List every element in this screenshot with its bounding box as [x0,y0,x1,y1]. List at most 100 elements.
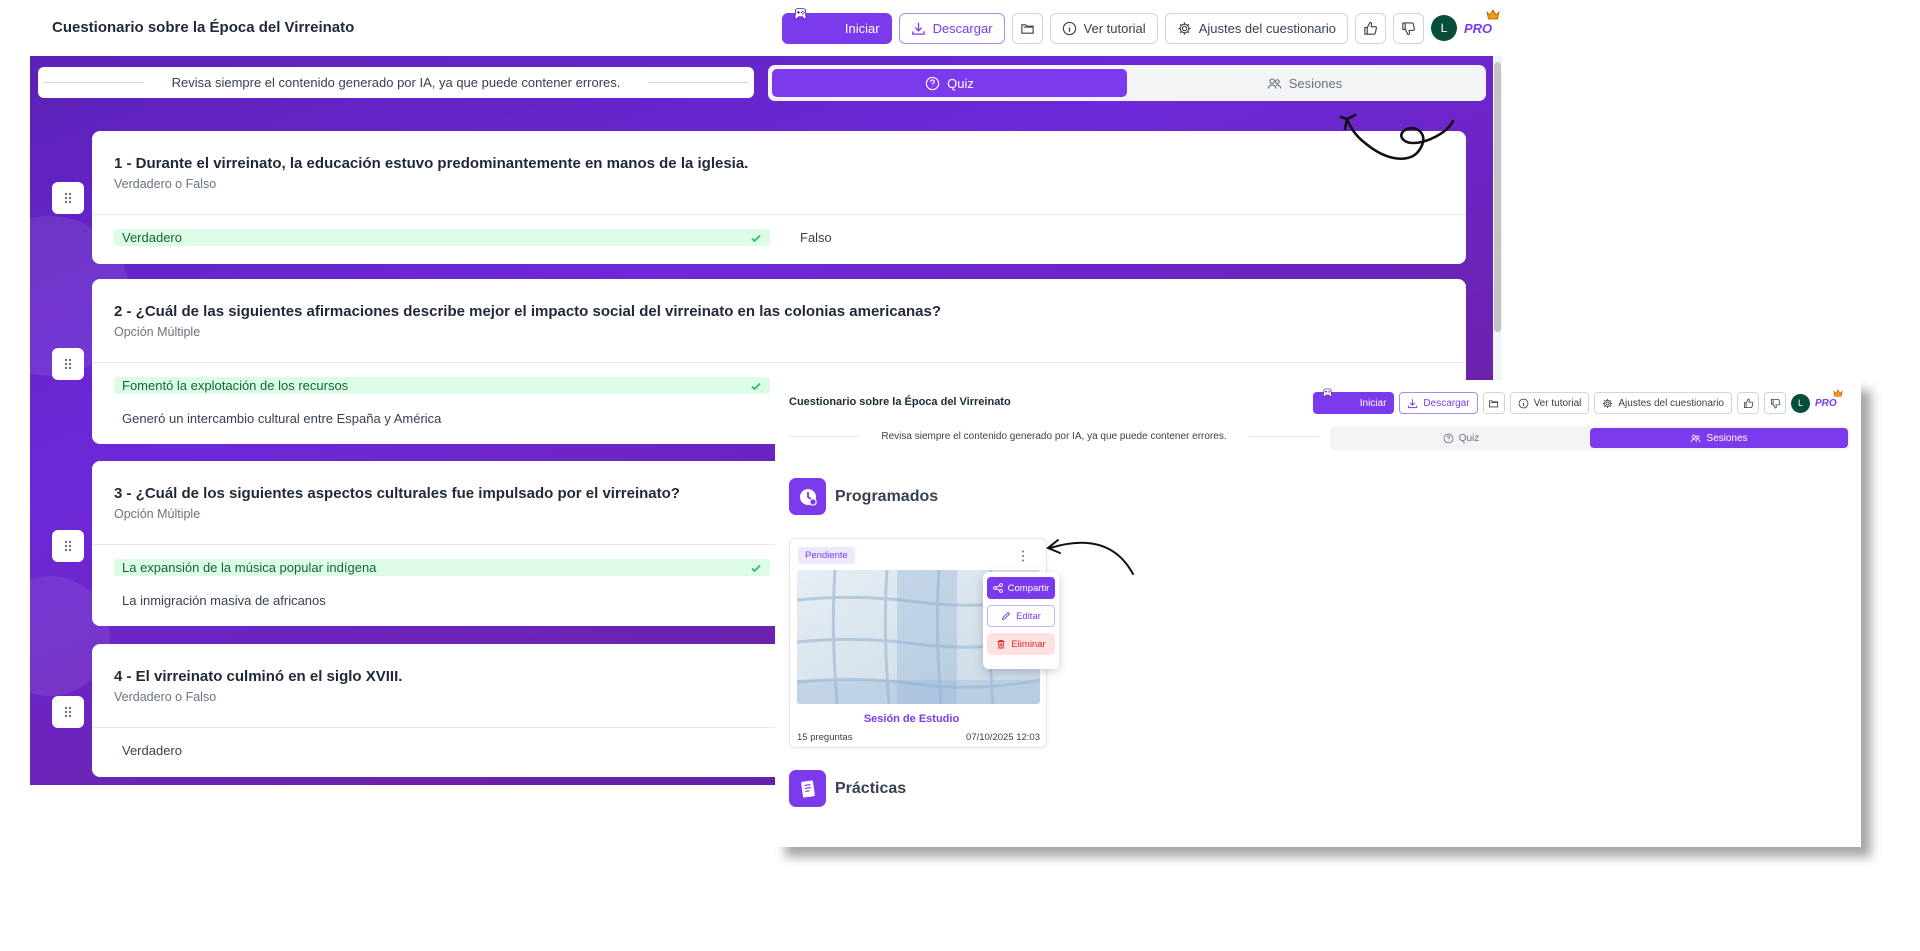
grip-icon [64,192,72,204]
start-button-label: Iniciar [844,20,880,36]
download-button[interactable]: Descargar [898,12,1005,44]
question-type: Verdadero o Falso [114,177,217,191]
drag-handle[interactable] [52,696,84,728]
question-circle-icon [1443,433,1454,443]
top-bar: Cuestionario sobre la Época del Virreina… [30,0,1500,56]
tutorial-button-label: Ver tutorial [1083,20,1146,36]
folder-icon [1020,23,1034,34]
tab-sessions[interactable]: Sesiones [1127,69,1482,97]
thumbs-up-icon [1743,398,1753,408]
quiz-settings-button[interactable]: Ajustes del cuestionario [1164,12,1348,44]
info-icon [1062,21,1076,35]
info-icon [1518,398,1528,408]
drag-handle[interactable] [52,182,84,214]
question-card[interactable]: 1 - Durante el virreinato, la educación … [92,131,1466,264]
grip-icon [64,358,72,370]
overlay-view-tabs: Quiz Sesiones [1330,426,1850,450]
overlay-folder-button[interactable] [1482,392,1505,414]
share-icon [992,583,1003,593]
overlay-download-button-label: Descargar [1423,397,1470,409]
pro-badge: PRO [1464,9,1500,43]
thumbs-down-icon [1402,21,1416,35]
annotation-arrow-icon [1046,539,1134,575]
answer-option-label: Fomentó la explotación de los recursos [122,378,349,393]
question-header: 1 - Durante el virreinato, la educación … [92,131,1466,215]
folder-button[interactable] [1011,12,1043,44]
check-icon [751,564,761,572]
check-icon [751,382,761,390]
overlay-ai-disclaimer-text: Revisa siempre el contenido generado por… [881,430,1227,442]
share-button[interactable]: Compartir [987,577,1055,599]
overlay-quiz-settings-button-label: Ajustes del cuestionario [1618,397,1724,409]
scheduled-section-title: Programados [835,487,939,505]
gamepad-icon [1322,388,1332,397]
page-title: Cuestionario sobre la Época del Virreina… [52,19,355,36]
share-button-label: Compartir [1007,582,1050,594]
session-question-count: 15 preguntas [797,732,853,743]
answer-option-label: Verdadero [122,230,182,245]
delete-button[interactable]: Eliminar [987,633,1055,655]
folder-icon [1489,399,1499,407]
like-button[interactable] [1355,12,1386,44]
overlay-ai-disclaimer: Revisa siempre el contenido generado por… [789,426,1319,446]
overlay-page-title: Cuestionario sobre la Época del Virreina… [789,396,1011,408]
answer-option: Generó un intercambio cultural entre Esp… [114,410,770,427]
start-button[interactable]: Iniciar [781,7,892,44]
download-icon [1408,398,1418,408]
answer-option-correct: La expansión de la música popular indíge… [114,559,770,576]
more-options-icon[interactable] [1019,549,1027,563]
crown-icon [1486,9,1500,20]
ai-disclaimer-text: Revisa siempre el contenido generado por… [163,75,629,90]
gamepad-icon [794,7,807,19]
gear-icon [1178,21,1191,35]
edit-button[interactable]: Editar [987,605,1055,627]
stage: Cuestionario sobre la Época del Virreina… [0,0,1920,951]
thumbs-down-icon [1770,398,1780,408]
overlay-quiz-settings-button[interactable]: Ajustes del cuestionario [1594,392,1732,414]
pencil-icon [1001,611,1011,621]
overlay-avatar[interactable]: L [1791,393,1810,413]
edit-button-label: Editar [1016,610,1041,622]
overlay-tab-quiz-label: Quiz [1458,432,1480,444]
overlay-tab-quiz[interactable]: Quiz [1332,428,1590,448]
tab-quiz[interactable]: Quiz [772,69,1127,97]
scheduled-section-header: Programados [789,478,938,515]
notebook-icon [789,770,826,807]
overlay-tab-sessions[interactable]: Sesiones [1590,428,1848,448]
toolbar: Iniciar Descargar Ver tutorial Ajustes d… [781,7,1500,44]
status-badge: Pendiente [798,547,855,564]
answer-option: Falso [792,229,840,246]
overlay-start-button-label: Iniciar [1359,397,1387,409]
tutorial-button[interactable]: Ver tutorial [1049,12,1158,44]
crown-icon [1833,389,1843,397]
tab-sessions-label: Sesiones [1288,75,1343,91]
overlay-like-button[interactable] [1737,392,1759,414]
users-icon [1691,434,1701,442]
overlay-toolbar: Iniciar Descargar Ver tutorial Ajustes d… [1312,388,1843,415]
scrollbar-thumb[interactable] [1494,62,1501,332]
drag-handle[interactable] [52,530,84,562]
session-datetime: 07/10/2025 12:03 [966,732,1040,743]
answer-option-correct: Fomentó la explotación de los recursos [114,377,770,394]
session-name[interactable]: Sesión de Estudio [790,713,1033,725]
overlay-dislike-button[interactable] [1764,392,1786,414]
dislike-button[interactable] [1393,12,1424,44]
grip-icon [64,706,72,718]
session-meta: 15 preguntas 07/10/2025 12:03 [797,732,1040,743]
overlay-start-button[interactable]: Iniciar [1312,388,1395,414]
answer-option-label: Generó un intercambio cultural entre Esp… [122,411,442,426]
delete-button-label: Eliminar [1011,638,1046,650]
drag-handle[interactable] [52,348,84,380]
answer-option-correct: Verdadero [114,229,770,246]
practice-section-title: Prácticas [835,779,907,797]
question-title: 2 - ¿Cuál de las siguientes afirmaciones… [114,303,941,320]
download-icon [911,22,925,35]
grip-icon [64,540,72,552]
overlay-tab-sessions-label: Sesiones [1706,432,1748,444]
overlay-tutorial-button[interactable]: Ver tutorial [1509,392,1590,414]
overlay-download-button[interactable]: Descargar [1399,392,1478,414]
avatar[interactable]: L [1431,15,1457,41]
answer-option-label: Verdadero [122,743,182,758]
check-icon [751,234,761,242]
practice-section-header: Prácticas [789,770,906,807]
